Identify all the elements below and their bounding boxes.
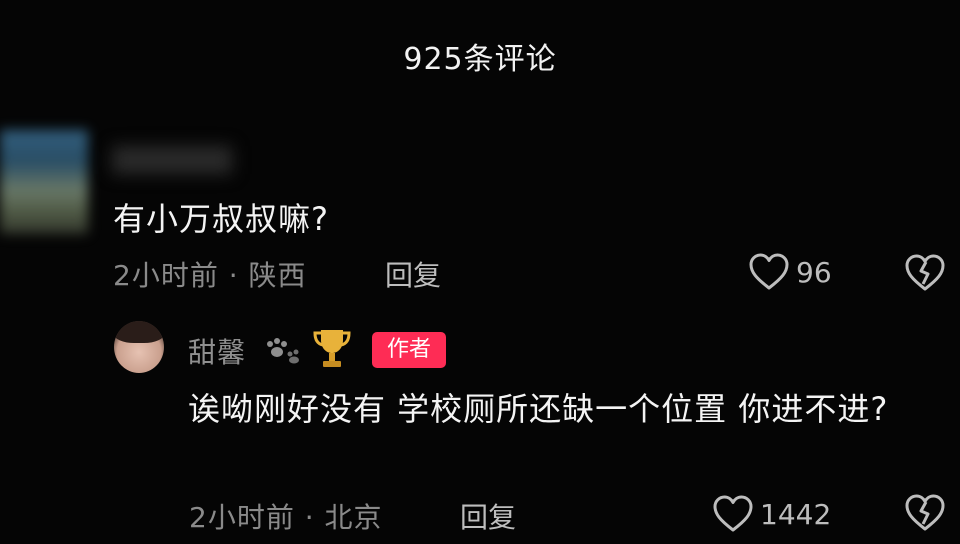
reply-button[interactable]: 回复: [460, 496, 516, 536]
like-count: 96: [796, 255, 832, 289]
broken-heart-icon[interactable]: [904, 253, 946, 293]
reply-text: 诶呦刚好没有 学校厕所还缺一个位置 你进不进?: [188, 390, 889, 428]
reply-username[interactable]: 甜馨: [188, 331, 246, 371]
broken-heart-icon[interactable]: [904, 493, 946, 533]
like-button[interactable]: 96: [748, 252, 832, 292]
reply-button[interactable]: 回复: [385, 254, 441, 294]
comment-meta: 2小时前 · 陕西: [113, 254, 307, 294]
comment-location: 陕西: [248, 259, 307, 292]
like-button[interactable]: 1442: [712, 494, 831, 534]
username-blurred[interactable]: [112, 146, 232, 174]
comment-text: 有小万叔叔嘛?: [113, 200, 329, 238]
meta-separator: ·: [218, 259, 249, 292]
paw-icon: [267, 338, 299, 364]
like-count: 1442: [760, 497, 832, 531]
trophy-icon: [313, 330, 351, 367]
heart-icon: [749, 253, 789, 290]
author-badge: 作者: [372, 332, 446, 368]
reply-time: 2小时前: [189, 501, 295, 534]
avatar[interactable]: [114, 321, 164, 373]
heart-icon: [713, 495, 753, 532]
reply-meta: 2小时前 · 北京: [189, 496, 383, 536]
reply-location: 北京: [324, 501, 383, 534]
comment-count-title: 925条评论: [403, 42, 557, 77]
comment-time: 2小时前: [113, 259, 219, 292]
avatar[interactable]: [0, 130, 88, 234]
meta-separator: ·: [294, 501, 325, 534]
